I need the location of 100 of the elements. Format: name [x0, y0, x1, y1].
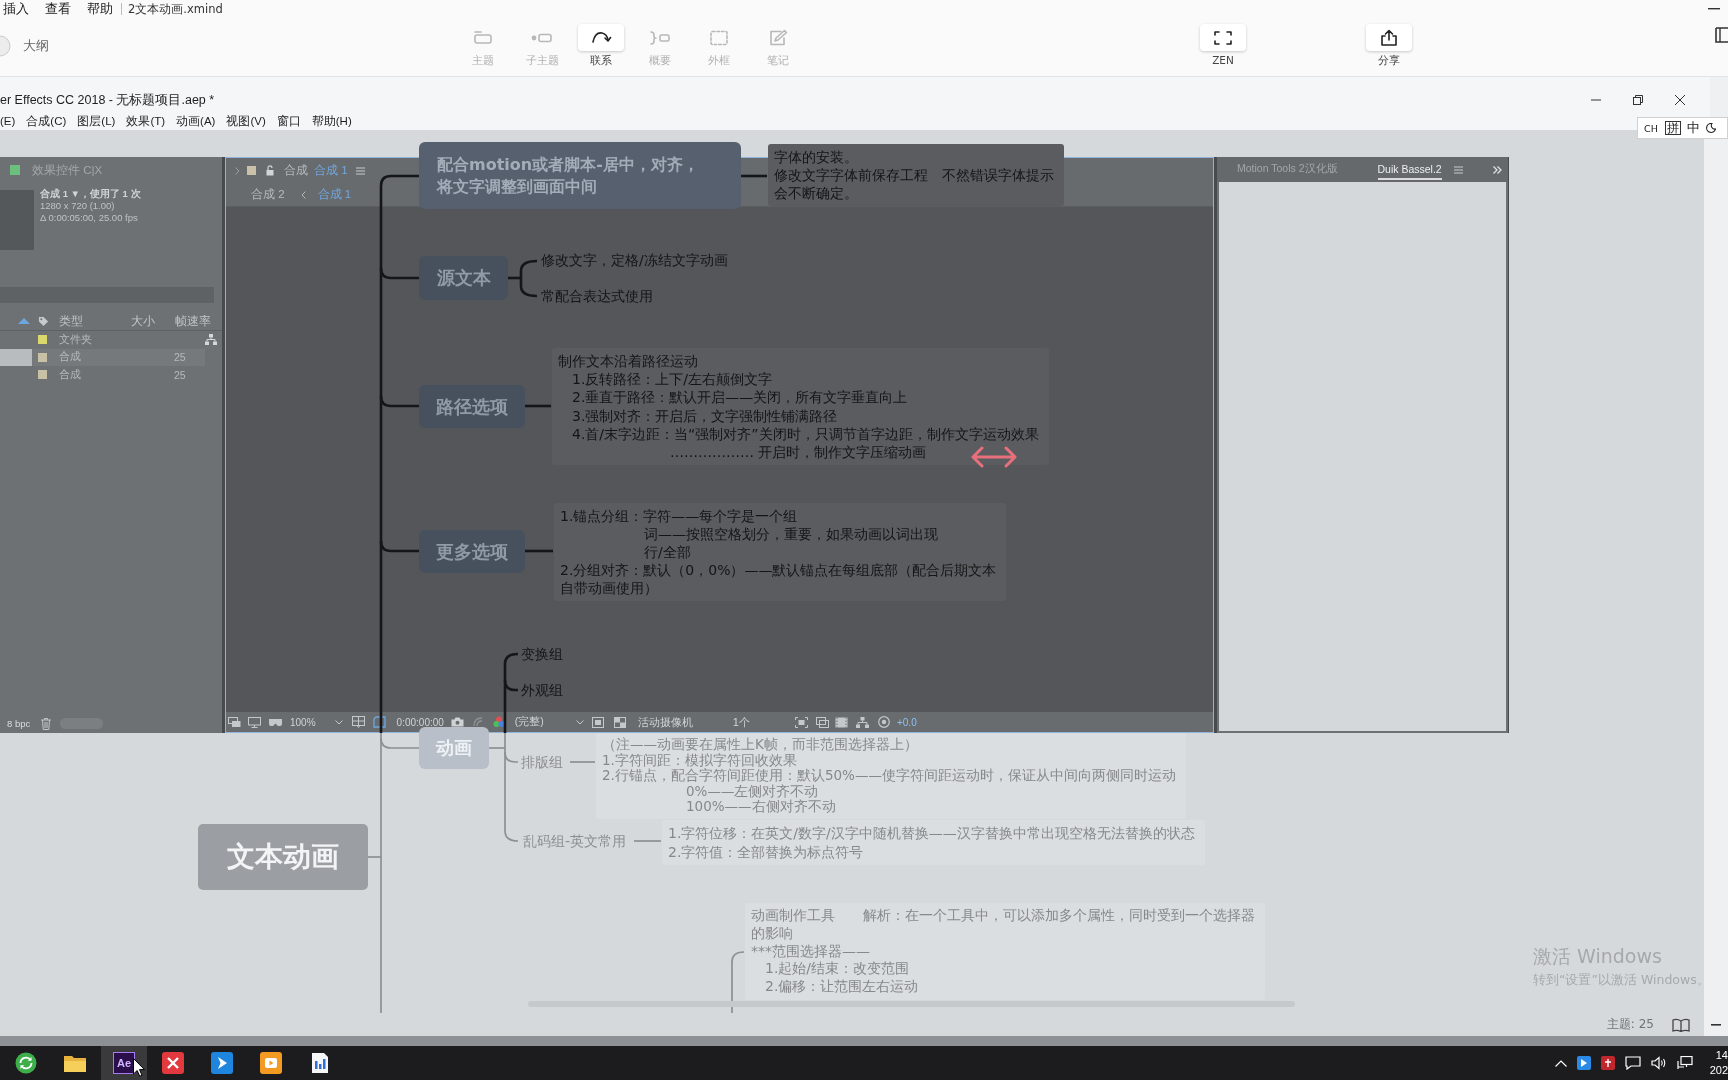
checkerboard-icon[interactable] [613, 716, 626, 728]
input-method-button[interactable]: CH [1644, 122, 1658, 134]
chevron-left-icon[interactable] [300, 190, 306, 199]
menu-item[interactable]: 帮助(H) [311, 113, 352, 129]
film-icon[interactable] [834, 716, 848, 728]
breadcrumb[interactable]: 合成 1 [317, 187, 352, 202]
goggles-icon[interactable] [268, 716, 283, 728]
trash-icon[interactable] [41, 717, 52, 730]
menu-icon[interactable] [355, 166, 365, 175]
menu-item[interactable]: 图层(L) [77, 113, 116, 129]
column-header[interactable]: 大小 [131, 312, 155, 330]
book-icon[interactable] [1672, 1017, 1690, 1032]
exposure-value[interactable]: +0.0 [896, 716, 917, 728]
hierarchy-icon[interactable] [855, 716, 869, 728]
arcs-icon[interactable] [471, 716, 484, 728]
connector-line [525, 404, 551, 408]
bit-depth-label[interactable]: 8 bpc [7, 718, 31, 729]
minimize-icon[interactable] [1708, 8, 1720, 10]
menu-item[interactable]: 视图(V) [226, 113, 266, 129]
grid-icon[interactable] [351, 716, 365, 728]
document-icon [310, 1052, 330, 1074]
speech-bubble-icon[interactable] [1625, 1056, 1641, 1070]
speaker-icon[interactable] [1651, 1056, 1667, 1070]
aperture-icon[interactable] [877, 716, 890, 728]
topic-node[interactable]: 更多选项 [419, 530, 525, 573]
double-arrow-icon [971, 445, 1017, 469]
note-text: 0%——左侧对齐不动 [685, 783, 819, 799]
menu-item[interactable]: 帮助 [87, 0, 113, 18]
resolution-dropdown[interactable]: (完整) [514, 715, 544, 729]
view-layout-dropdown[interactable]: 1个 [732, 714, 750, 730]
menu-icon[interactable] [1453, 165, 1463, 174]
triangle-tile-icon[interactable] [1577, 1056, 1591, 1070]
project-row[interactable]: 文件夹 [0, 331, 222, 349]
camera-dropdown[interactable]: 活动摄像机 [637, 714, 693, 730]
subtopic-label[interactable]: 常配合表达式使用 [541, 287, 653, 305]
file-name: 2文本动画.xmind [128, 1, 223, 17]
connector-line [569, 761, 596, 763]
region-icon[interactable] [372, 716, 386, 728]
clock-time[interactable]: 14 [1715, 1048, 1728, 1063]
chevron-up-icon[interactable] [1555, 1059, 1567, 1067]
subtopic-label[interactable]: 外观组 [521, 681, 563, 699]
subtopic-label[interactable]: 变换组 [521, 645, 563, 663]
caret-icon[interactable] [575, 719, 584, 725]
layers-icon[interactable] [815, 716, 829, 728]
note-text: 1.起始/结束：改变范围 [764, 960, 910, 979]
caret-icon[interactable] [334, 719, 343, 725]
sort-arrow-icon[interactable] [18, 318, 30, 324]
zoom-dropdown[interactable]: 100% [290, 716, 316, 728]
restore-icon[interactable] [1633, 95, 1643, 105]
panel-tab[interactable]: Duik Bassel.2 [1377, 159, 1442, 180]
topic-node[interactable]: 源文本 [419, 256, 508, 300]
toolbar-button[interactable]: 分享 [1363, 18, 1415, 67]
central-topic[interactable]: 文本动画 [198, 824, 368, 890]
panel-icon[interactable] [1712, 26, 1728, 44]
topic-node[interactable]: 配合motion或者脚本-居中，对齐，将文字调整到画面中间 [419, 142, 741, 209]
hierarchy-icon[interactable] [205, 334, 217, 345]
topic-count: 主题: 25 [1606, 1016, 1654, 1033]
camera-icon[interactable] [450, 717, 464, 727]
horizontal-scrollbar[interactable] [528, 1001, 1295, 1007]
breadcrumb[interactable]: 合成 2 [251, 187, 285, 202]
clock-date[interactable]: 202 [1709, 1063, 1728, 1078]
menu-item[interactable]: 查看 [45, 0, 71, 18]
topic-node[interactable]: 路径选项 [419, 385, 525, 428]
square-icon[interactable] [591, 716, 604, 728]
moon-icon[interactable] [1705, 123, 1716, 133]
outline-tab[interactable]: 大纲 [23, 37, 49, 55]
project-row[interactable]: 合成 25 [0, 366, 222, 384]
column-header[interactable]: 类型 [59, 312, 83, 330]
subtopic-label[interactable]: 乱码组-英文常用 [523, 832, 627, 850]
monitor-icon[interactable] [228, 716, 241, 728]
note-text: 2.偏移：让范围左右运动 [764, 978, 919, 996]
table-cell: 25 [174, 351, 186, 364]
cross-tile-icon[interactable] [1601, 1056, 1615, 1070]
frame-icon[interactable] [794, 716, 808, 728]
toolbar-button[interactable]: ZEN [1197, 18, 1249, 67]
double-chevron-icon[interactable] [1493, 165, 1502, 174]
note-text: 制作文本沿着路径运动 [558, 352, 698, 371]
menu-item[interactable]: 动画(A) [176, 113, 216, 129]
taskbar-button[interactable]: Ae [101, 1046, 147, 1080]
menu-item[interactable]: 效果(T) [126, 113, 166, 129]
input-method-button[interactable]: 拼 [1664, 121, 1681, 135]
menu-item[interactable]: 插入 [3, 0, 29, 18]
close-icon[interactable] [1675, 95, 1685, 105]
menu-item[interactable]: 窗口 [276, 113, 301, 129]
chevron-right-icon[interactable] [235, 166, 240, 175]
column-header[interactable]: 帧速率 [175, 312, 211, 330]
toolbar-button[interactable]: 联系 [575, 18, 627, 67]
display-icon[interactable] [248, 716, 261, 728]
minus-icon[interactable] [1711, 1023, 1721, 1026]
note-text: 2.字符值：全部替换为标点符号 [668, 842, 864, 861]
subtopic-label[interactable]: 排版组 [521, 753, 563, 771]
subtopic-label[interactable]: 修改文字，定格/冻结文字动画 [541, 251, 728, 269]
composition-tab[interactable]: 合成 1 [314, 163, 348, 178]
network-icon[interactable] [1677, 1056, 1693, 1070]
lock-icon[interactable] [266, 165, 274, 176]
color-wheel-icon[interactable] [492, 716, 505, 728]
menu-item[interactable]: 合成(C) [26, 113, 67, 129]
timecode[interactable]: 0:00:00:00 [396, 716, 444, 728]
menu-item[interactable]: (E) [0, 115, 16, 127]
input-method-button[interactable]: 中 [1686, 119, 1700, 137]
